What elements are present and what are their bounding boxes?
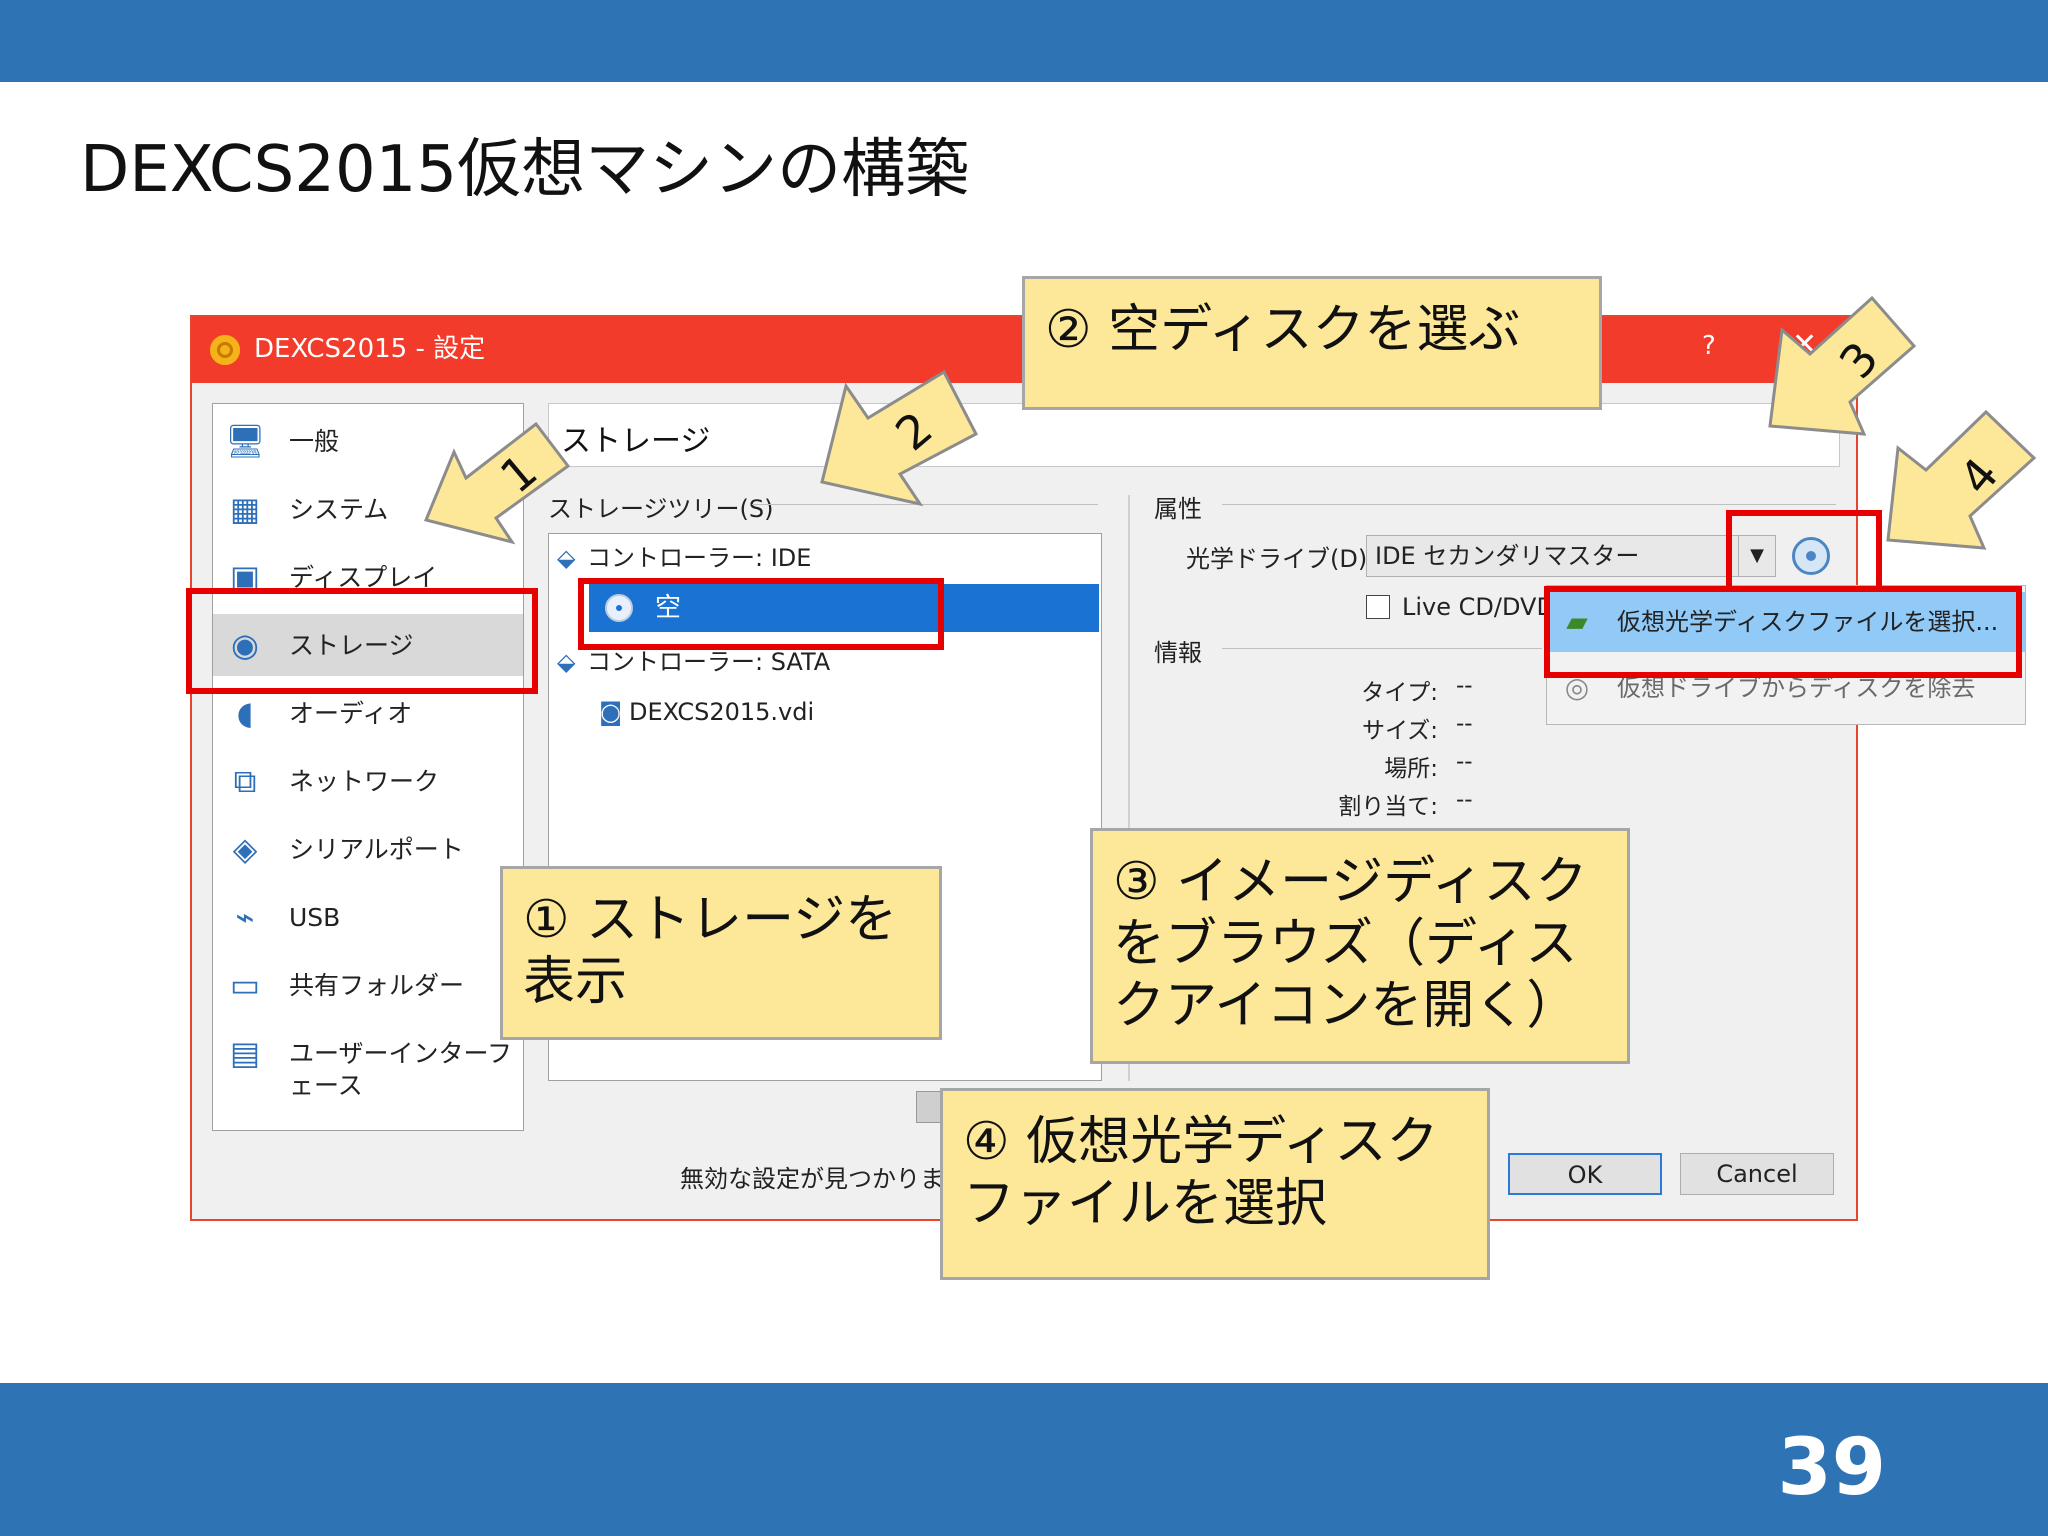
arrow-1: 1 bbox=[423, 421, 571, 545]
storage-tree-label: ストレージツリー(S) bbox=[548, 495, 774, 523]
sidebar-item-label: 共有フォルダー bbox=[289, 971, 465, 1000]
info-location-value: -- bbox=[1456, 749, 1473, 775]
slide-bottom-bar bbox=[0, 1383, 2048, 1536]
info-type-value: -- bbox=[1456, 673, 1473, 699]
callout-select-empty-disc: ② 空ディスクを選ぶ bbox=[1022, 276, 1602, 410]
slide-title: DEXCS2015仮想マシンの構築 bbox=[80, 133, 970, 207]
highlight-storage-sidebar bbox=[186, 588, 538, 694]
section-title: ストレージ bbox=[561, 424, 711, 459]
sidebar-item-label: USB bbox=[289, 903, 341, 932]
gear-icon bbox=[210, 335, 240, 365]
sidebar-item-usb[interactable]: ⌁ USB bbox=[213, 886, 523, 948]
live-cd-label: Live CD/DVD bbox=[1402, 593, 1555, 621]
tree-row-controller-ide[interactable]: ⬙ コントローラー: IDE bbox=[557, 538, 811, 578]
sidebar-item-serial-port[interactable]: ◈ シリアルポート bbox=[213, 818, 523, 880]
info-attached-value: -- bbox=[1456, 787, 1473, 813]
optical-drive-label: 光学ドライブ(D): bbox=[1186, 545, 1376, 573]
sidebar-item-shared-folders[interactable]: ▭ 共有フォルダー bbox=[213, 954, 523, 1016]
info-location-label: 場所: bbox=[1384, 756, 1438, 782]
tree-label: コントローラー: SATA bbox=[587, 648, 831, 676]
sidebar-item-label: ネットワーク bbox=[289, 767, 440, 796]
arrow-2: 2 bbox=[820, 369, 979, 507]
info-attached-label: 割り当て: bbox=[1338, 794, 1438, 820]
usb-icon: ⌁ bbox=[235, 898, 255, 936]
highlight-disc-button bbox=[1726, 510, 1882, 592]
section-header: ストレージ bbox=[548, 403, 1840, 467]
group-divider bbox=[1222, 648, 1542, 649]
attributes-label: 属性 bbox=[1154, 495, 1202, 523]
sidebar-item-user-interface[interactable]: ▤ ユーザーインターフェース bbox=[213, 1022, 523, 1100]
info-label: 情報 bbox=[1154, 639, 1202, 667]
callout-show-storage: ① ストレージを表示 bbox=[500, 866, 942, 1040]
sidebar-item-label: システム bbox=[289, 495, 389, 524]
info-type-label: タイプ: bbox=[1361, 680, 1438, 706]
highlight-choose-file-menu bbox=[1544, 586, 2022, 678]
serial-port-icon: ◈ bbox=[232, 830, 258, 868]
help-button[interactable]: ? bbox=[1702, 331, 1716, 361]
live-cd-checkbox[interactable] bbox=[1366, 595, 1390, 619]
dialog-title: DEXCS2015 - 設定 bbox=[254, 334, 486, 364]
info-size-value: -- bbox=[1456, 711, 1473, 737]
tree-row-vdi[interactable]: ◙ DEXCS2015.vdi bbox=[599, 692, 814, 732]
page-number: 39 bbox=[1777, 1423, 1886, 1513]
optical-drive-select[interactable]: IDE セカンダリマスター ▼ bbox=[1366, 535, 1776, 577]
motherboard-icon: ▦ bbox=[229, 490, 261, 528]
hard-disk-icon: ◙ bbox=[599, 698, 623, 726]
ok-button[interactable]: OK bbox=[1508, 1153, 1662, 1195]
computer-icon: 🖥 bbox=[225, 422, 266, 460]
sidebar-item-label: オーディオ bbox=[289, 699, 413, 728]
window-icon: ▤ bbox=[229, 1034, 261, 1072]
speaker-icon: ◖ bbox=[236, 694, 254, 732]
highlight-empty-disc bbox=[578, 578, 944, 650]
tree-label: コントローラー: IDE bbox=[587, 544, 812, 572]
slide-top-bar bbox=[0, 0, 2048, 82]
tree-label: DEXCS2015.vdi bbox=[629, 698, 815, 726]
folder-icon: ▭ bbox=[229, 966, 261, 1004]
info-size-label: サイズ: bbox=[1361, 718, 1438, 744]
sidebar-item-network[interactable]: ⧉ ネットワーク bbox=[213, 750, 523, 812]
sidebar-item-label: シリアルポート bbox=[289, 835, 464, 864]
arrow-4: 4 bbox=[1886, 409, 2037, 550]
optical-drive-value: IDE セカンダリマスター bbox=[1375, 542, 1640, 570]
group-divider bbox=[1222, 504, 1836, 505]
network-icon: ⧉ bbox=[233, 762, 257, 800]
sidebar-item-label: 一般 bbox=[289, 427, 340, 456]
callout-choose-disk-file: ④ 仮想光学ディスクファイルを選択 bbox=[940, 1088, 1490, 1280]
callout-browse-image-disk: ③ イメージディスクをブラウズ（ディスクアイコンを開く） bbox=[1090, 828, 1630, 1064]
sidebar-item-label: ユーザーインターフェース bbox=[289, 1039, 513, 1100]
cancel-button[interactable]: Cancel bbox=[1680, 1153, 1834, 1195]
